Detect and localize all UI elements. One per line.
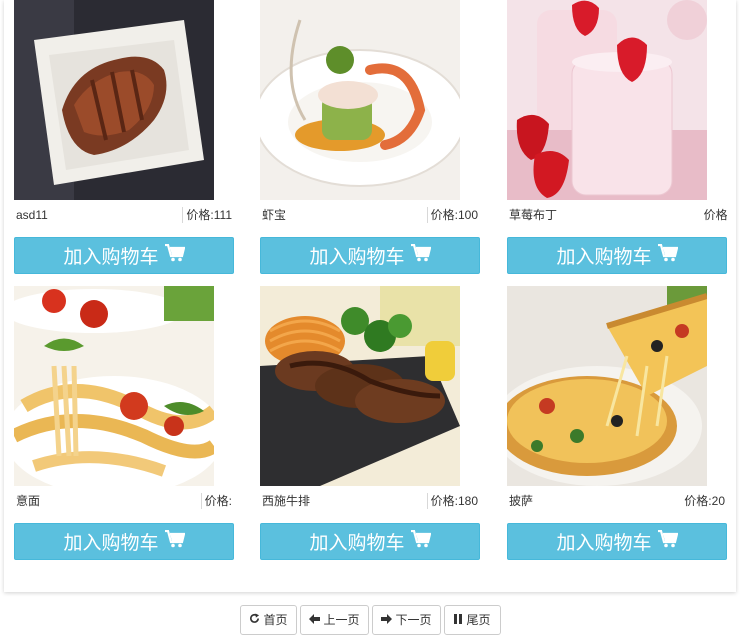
prev-page-label: 上一页 <box>323 613 360 627</box>
product-meta: 披萨 价格:20 <box>509 493 727 509</box>
add-to-cart-label: 加入购物车 <box>309 246 405 268</box>
prev-page-button[interactable]: 上一页 <box>300 605 369 635</box>
product-card: 意面 价格: 加入购物车 <box>14 286 236 560</box>
shopping-cart-icon <box>410 529 431 553</box>
product-name: 西施牛排 <box>262 494 311 508</box>
add-to-cart-button[interactable]: 加入购物车 <box>14 523 234 560</box>
next-page-label: 下一页 <box>395 613 432 627</box>
add-to-cart-button[interactable]: 加入购物车 <box>507 523 727 560</box>
first-page-label: 首页 <box>263 613 288 627</box>
add-to-cart-label: 加入购物车 <box>63 532 159 554</box>
product-image-pasta[interactable] <box>14 286 214 486</box>
product-panel: asd11 价格:111 加入购物车 虾宝 价格:100 加入购物车 草莓布丁 … <box>4 0 736 592</box>
product-image-strawberry-pudding[interactable] <box>507 0 707 200</box>
arrow-right-icon <box>381 607 393 635</box>
product-price: 价格:20 <box>684 494 725 508</box>
product-meta: 西施牛排 价格:180 <box>262 493 480 509</box>
product-image-shrimp-dish[interactable] <box>260 0 460 200</box>
product-price: 价格:180 <box>426 493 478 509</box>
add-to-cart-label: 加入购物车 <box>309 532 405 554</box>
next-page-button[interactable]: 下一页 <box>372 605 441 635</box>
product-price: 价格:100 <box>426 207 478 223</box>
product-card: 草莓布丁 价格: 加入购物车 <box>507 0 729 274</box>
add-to-cart-button[interactable]: 加入购物车 <box>260 237 480 274</box>
add-to-cart-label: 加入购物车 <box>556 246 652 268</box>
last-page-button[interactable]: 尾页 <box>444 605 501 635</box>
product-price: 价格:111 <box>182 207 232 223</box>
first-page-button[interactable]: 首页 <box>240 605 297 635</box>
add-to-cart-button[interactable]: 加入购物车 <box>260 523 480 560</box>
product-image-roast-meat[interactable] <box>14 0 214 200</box>
product-name: 披萨 <box>509 494 534 508</box>
shopping-cart-icon <box>657 529 678 553</box>
product-meta: 虾宝 价格:100 <box>262 207 480 223</box>
add-to-cart-label: 加入购物车 <box>63 246 159 268</box>
product-name: asd11 <box>16 208 48 222</box>
product-card: 披萨 价格:20 加入购物车 <box>507 286 729 560</box>
add-to-cart-button[interactable]: 加入购物车 <box>14 237 234 274</box>
shopping-cart-icon <box>164 529 185 553</box>
shopping-cart-icon <box>657 243 678 267</box>
product-price: 价格: <box>200 493 232 509</box>
product-meta: 意面 价格: <box>16 493 234 509</box>
product-card: 虾宝 价格:100 加入购物车 <box>260 0 482 274</box>
add-to-cart-label: 加入购物车 <box>556 532 652 554</box>
product-price: 价格: <box>703 208 727 222</box>
shopping-cart-icon <box>410 243 431 267</box>
product-image-pizza[interactable] <box>507 286 707 486</box>
shopping-cart-icon <box>164 243 185 267</box>
arrow-left-icon <box>309 607 321 635</box>
last-page-label: 尾页 <box>466 613 491 627</box>
product-name: 意面 <box>16 494 41 508</box>
product-name: 虾宝 <box>262 208 287 222</box>
refresh-icon <box>249 607 260 635</box>
product-name: 草莓布丁 <box>509 208 558 222</box>
product-meta: asd11 价格:111 <box>16 207 234 223</box>
pause-icon <box>454 607 463 635</box>
product-image-steak[interactable] <box>260 286 460 486</box>
product-meta: 草莓布丁 价格: <box>509 207 727 223</box>
product-card: asd11 价格:111 加入购物车 <box>14 0 236 274</box>
add-to-cart-button[interactable]: 加入购物车 <box>507 237 727 274</box>
product-card: 西施牛排 价格:180 加入购物车 <box>260 286 482 560</box>
